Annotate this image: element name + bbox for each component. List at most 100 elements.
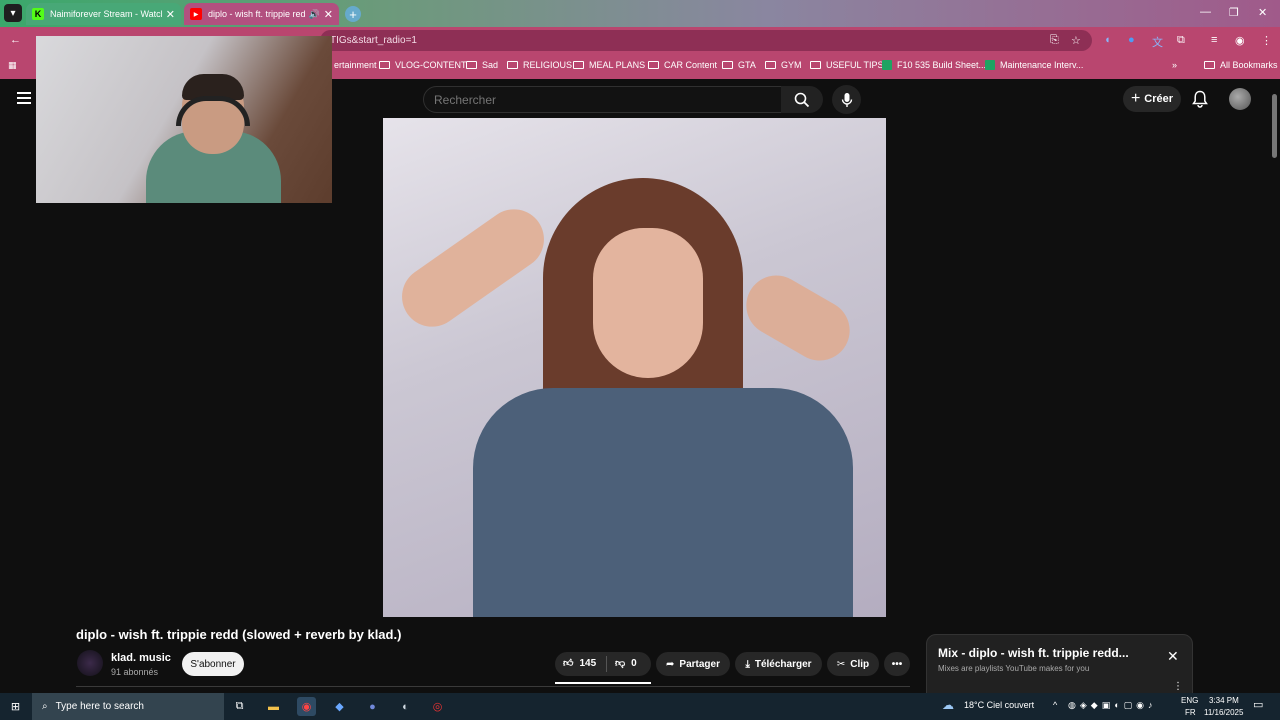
- create-button[interactable]: + Créer: [1123, 86, 1181, 112]
- weather-text[interactable]: 18°C Ciel couvert: [964, 700, 1034, 710]
- video-frame-subject: [593, 228, 703, 378]
- sheets-icon: [882, 60, 892, 70]
- bookmark-folder[interactable]: RELIGIOUS: [507, 60, 572, 70]
- new-tab-button[interactable]: +: [345, 6, 361, 22]
- bookmark-label: ertainment: [334, 60, 377, 70]
- dislike-button[interactable]: 👎︎ 0: [615, 657, 637, 670]
- clock-time[interactable]: 3:34 PM: [1209, 696, 1239, 705]
- install-icon[interactable]: ⎘: [1050, 34, 1059, 47]
- windows-start-icon[interactable]: ⊞: [6, 697, 25, 716]
- recording-app-icon[interactable]: ◎: [428, 697, 447, 716]
- menu-dots-icon[interactable]: ⋮: [1261, 34, 1272, 47]
- mix-subtitle: Mixes are playlists YouTube makes for yo…: [938, 664, 1090, 673]
- tab-youtube-video[interactable]: ▶ diplo - wish ft. trippie redd 🔊 ✕: [184, 3, 339, 25]
- notification-center-icon[interactable]: ▭: [1253, 698, 1263, 711]
- subscribe-button[interactable]: S'abonner: [182, 652, 244, 676]
- mix-title: Mix - diplo - wish ft. trippie redd...: [938, 646, 1129, 660]
- account-avatar[interactable]: [1229, 88, 1251, 110]
- bookmark-label: CAR Content: [664, 60, 718, 70]
- minimize-button[interactable]: —: [1200, 6, 1211, 18]
- mix-playlist-panel[interactable]: Mix - diplo - wish ft. trippie redd... M…: [926, 634, 1193, 694]
- tab-title: Naimiforever Stream - Watch L: [50, 9, 162, 19]
- video-frame-subject: [735, 264, 861, 372]
- more-actions-button[interactable]: •••: [884, 652, 910, 676]
- search-icon: [794, 92, 810, 107]
- extension-shield-icon[interactable]: ●: [1128, 34, 1135, 46]
- back-icon[interactable]: ←: [10, 34, 21, 46]
- bookmark-folder[interactable]: MEAL PLANS: [573, 60, 645, 70]
- search-button[interactable]: [781, 86, 823, 113]
- app-icon[interactable]: ◆: [330, 697, 349, 716]
- voice-search-button[interactable]: [832, 85, 861, 114]
- speaker-icon[interactable]: 🔊: [309, 9, 320, 20]
- lang-top[interactable]: ENG: [1181, 696, 1198, 705]
- search-box[interactable]: [423, 86, 782, 113]
- windows-taskbar: ⊞ ⌕ Type here to search ⧉ ▬ ◉ ◆ ● ◐ ◎ ☁ …: [0, 693, 1280, 720]
- bookmark-folder[interactable]: USEFUL TIPS: [810, 60, 884, 70]
- folder-icon: [648, 61, 659, 69]
- page-scrollbar[interactable]: [1269, 80, 1280, 692]
- channel-name[interactable]: klad. music: [111, 652, 171, 664]
- bookmark-folder[interactable]: Sad: [466, 60, 498, 70]
- download-button[interactable]: ⤓ Télécharger: [735, 652, 822, 676]
- share-button[interactable]: ➦ Partager: [656, 652, 730, 676]
- extension-translate-icon[interactable]: 文: [1152, 34, 1163, 50]
- bookmark-star-icon[interactable]: ☆: [1071, 34, 1081, 47]
- close-window-button[interactable]: ✕: [1258, 6, 1267, 19]
- weather-icon: ☁: [942, 698, 954, 712]
- share-label: Partager: [679, 658, 720, 670]
- tray-icons[interactable]: ◍◈◆▣◐▢◉♪: [1068, 700, 1157, 711]
- scrollbar-thumb[interactable]: [1272, 94, 1277, 158]
- steam-icon[interactable]: ◐: [396, 697, 415, 716]
- tab-kick-stream[interactable]: K Naimiforever Stream - Watch L ✕: [26, 3, 181, 25]
- extension-audio-icon[interactable]: ◖: [1104, 34, 1111, 46]
- clock-date[interactable]: 11/16/2025: [1204, 708, 1243, 717]
- taskbar-search[interactable]: ⌕ Type here to search: [32, 693, 224, 720]
- discord-icon[interactable]: ●: [363, 697, 382, 716]
- restore-button[interactable]: ❐: [1229, 6, 1239, 19]
- lang-bottom[interactable]: FR: [1185, 708, 1196, 717]
- video-player[interactable]: [383, 118, 886, 617]
- video-title: diplo - wish ft. trippie redd (slowed + …: [76, 627, 402, 642]
- folder-icon: [765, 61, 776, 69]
- more-vert-icon[interactable]: ⋮: [1173, 681, 1183, 692]
- close-icon[interactable]: ✕: [324, 8, 333, 21]
- search-input[interactable]: [424, 87, 781, 112]
- profile-icon[interactable]: ◉: [1235, 34, 1245, 47]
- notifications-bell-icon[interactable]: [1192, 90, 1208, 113]
- channel-avatar[interactable]: [77, 650, 103, 676]
- bookmark-item[interactable]: Maintenance Interv...: [985, 60, 1083, 70]
- hamburger-menu-icon[interactable]: [17, 92, 31, 107]
- chrome-icon[interactable]: ◉: [297, 697, 316, 716]
- clip-label: Clip: [850, 658, 870, 670]
- clip-button[interactable]: ✂ Clip: [827, 652, 879, 676]
- bookmark-label: VLOG-CONTENT: [395, 60, 467, 70]
- bookmark-label: GTA: [738, 60, 756, 70]
- extensions-puzzle-icon[interactable]: ⧉: [1177, 34, 1185, 47]
- bookmark-item[interactable]: F10 535 Build Sheet...: [882, 60, 986, 70]
- chevron-up-icon[interactable]: ^: [1053, 700, 1057, 710]
- thumbs-down-icon: 👎︎: [615, 658, 626, 669]
- bookmark-item[interactable]: ertainment: [334, 60, 377, 70]
- sheets-icon: [985, 60, 995, 70]
- bookmark-folder[interactable]: GYM: [765, 60, 802, 70]
- reading-list-icon[interactable]: ≡: [1211, 34, 1217, 46]
- bookmark-folder[interactable]: GTA: [722, 60, 756, 70]
- file-explorer-icon[interactable]: ▬: [264, 697, 283, 716]
- close-icon[interactable]: ✕: [1167, 648, 1179, 665]
- bookmark-folder[interactable]: CAR Content: [648, 60, 717, 70]
- close-icon[interactable]: ✕: [166, 8, 175, 21]
- tab-search-icon[interactable]: ▾: [4, 4, 22, 22]
- more-dots-icon: •••: [891, 658, 903, 670]
- apps-grid-icon[interactable]: ▦: [8, 60, 17, 71]
- bookmark-folder[interactable]: VLOG-CONTENT: [379, 60, 467, 70]
- bookmark-label: F10 535 Build Sheet...: [897, 60, 987, 70]
- address-bar[interactable]: TIGs&start_radio=1: [320, 30, 1092, 51]
- share-icon: ➦: [666, 658, 675, 670]
- all-bookmarks[interactable]: All Bookmarks: [1204, 60, 1278, 70]
- like-dislike-segment: 👍︎ 145 👎︎ 0: [555, 652, 651, 676]
- task-view-icon[interactable]: ⧉: [230, 697, 249, 716]
- folder-icon: [573, 61, 584, 69]
- like-button[interactable]: 👍︎ 145: [563, 657, 596, 670]
- chevron-double-right-icon[interactable]: »: [1172, 60, 1177, 70]
